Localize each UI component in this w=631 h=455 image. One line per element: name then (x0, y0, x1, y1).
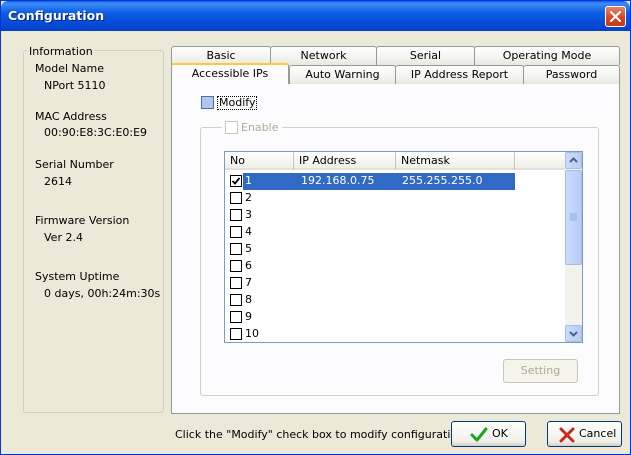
system-uptime-value: 0 days, 00h:24m:30s (44, 287, 161, 300)
information-legend: Information (27, 45, 95, 58)
firmware-version-label: Firmware Version (35, 214, 130, 227)
row-number: 1 (245, 174, 252, 187)
table-row[interactable]: 1 192.168.0.75 255.255.255.0 (225, 173, 565, 190)
tab-password[interactable]: Password (523, 65, 620, 84)
row-checkbox[interactable] (230, 243, 242, 255)
row-checkbox[interactable] (230, 311, 242, 323)
row-checkbox[interactable] (230, 175, 242, 187)
ok-button[interactable]: OK (451, 421, 526, 447)
row-checkbox[interactable] (230, 277, 242, 289)
close-icon (610, 11, 621, 22)
row-number: 3 (245, 208, 252, 221)
tab-auto-warning[interactable]: Auto Warning (289, 65, 396, 84)
system-uptime-label: System Uptime (35, 270, 120, 283)
row-number: 5 (245, 242, 252, 255)
tab-label: Accessible IPs (191, 67, 269, 80)
title-bar[interactable]: Configuration (1, 1, 630, 31)
row-number: 6 (245, 259, 252, 272)
cancel-button[interactable]: Cancel (547, 421, 622, 447)
serial-number-label: Serial Number (35, 158, 114, 171)
row-number: 10 (245, 327, 259, 340)
row-number: 7 (245, 276, 252, 289)
cancel-label: Cancel (579, 427, 617, 440)
column-header-ip-address[interactable]: IP Address (294, 152, 396, 170)
row-number: 2 (245, 191, 252, 204)
row-number: 9 (245, 310, 252, 323)
tab-label: IP Address Report (410, 68, 509, 81)
row-checkbox[interactable] (230, 192, 242, 204)
table-row[interactable]: 9 (225, 309, 565, 326)
scroll-up-button[interactable] (565, 152, 582, 169)
firmware-version-value: Ver 2.4 (44, 231, 83, 244)
grip-icon (570, 213, 577, 221)
model-name-value: NPort 5110 (44, 79, 106, 92)
table-row[interactable]: 10 (225, 326, 565, 342)
row-checkbox[interactable] (230, 260, 242, 272)
tab-operating-mode[interactable]: Operating Mode (474, 46, 620, 65)
status-hint: Click the "Modify" check box to modify c… (175, 428, 465, 441)
information-group: Information Model Name NPort 5110 MAC Ad… (23, 45, 164, 413)
close-button[interactable] (605, 6, 626, 27)
row-checkbox[interactable] (230, 209, 242, 221)
modify-label[interactable]: Modify (217, 96, 258, 110)
table-row[interactable]: 3 (225, 207, 565, 224)
scroll-thumb[interactable] (565, 170, 582, 265)
vertical-scrollbar[interactable] (565, 152, 582, 342)
tab-label: Auto Warning (305, 68, 380, 81)
tab-ip-address-report[interactable]: IP Address Report (395, 65, 524, 84)
cancel-x-icon (559, 427, 575, 443)
tab-label: Network (300, 49, 347, 62)
enable-label: Enable (241, 121, 279, 134)
column-header-no[interactable]: No (225, 152, 294, 170)
mac-address-value: 00:90:E8:3C:E0:E9 (44, 126, 148, 139)
table-row[interactable]: 7 (225, 275, 565, 292)
tab-serial[interactable]: Serial (376, 46, 475, 65)
tab-label: Serial (409, 49, 442, 62)
checkmark-icon (470, 427, 488, 442)
model-name-label: Model Name (35, 62, 104, 75)
row-ip-address: 192.168.0.75 (301, 174, 375, 187)
tab-accessible-ips[interactable]: Accessible IPs (171, 63, 289, 84)
table-row[interactable]: 6 (225, 258, 565, 275)
row-number: 4 (245, 225, 252, 238)
tab-label: Basic (206, 49, 236, 62)
row-netmask: 255.255.255.0 (402, 174, 483, 187)
enable-checkbox[interactable] (225, 121, 238, 134)
mac-address-label: MAC Address (35, 110, 107, 123)
chevron-down-icon (569, 331, 578, 337)
table-row[interactable]: 4 (225, 224, 565, 241)
table-row[interactable]: 5 (225, 241, 565, 258)
list-header: No IP Address Netmask (225, 152, 565, 170)
row-checkbox[interactable] (230, 226, 242, 238)
modify-checkbox[interactable] (201, 96, 214, 109)
chevron-up-icon (569, 157, 578, 163)
setting-button[interactable]: Setting (503, 359, 578, 383)
serial-number-value: 2614 (44, 175, 72, 188)
window-title: Configuration (8, 8, 105, 23)
row-checkbox[interactable] (230, 294, 242, 306)
row-checkbox[interactable] (230, 328, 242, 340)
accessible-ip-list[interactable]: No IP Address Netmask 1 192.168.0.75 255… (224, 151, 583, 343)
table-row[interactable]: 2 (225, 190, 565, 207)
ok-label: OK (492, 427, 508, 440)
checkmark-icon (231, 177, 241, 185)
tab-label: Operating Mode (502, 49, 592, 62)
column-header-netmask[interactable]: Netmask (396, 152, 515, 170)
table-row[interactable]: 8 (225, 292, 565, 309)
scroll-down-button[interactable] (565, 325, 582, 342)
tab-label: Password (545, 68, 598, 81)
row-number: 8 (245, 293, 252, 306)
